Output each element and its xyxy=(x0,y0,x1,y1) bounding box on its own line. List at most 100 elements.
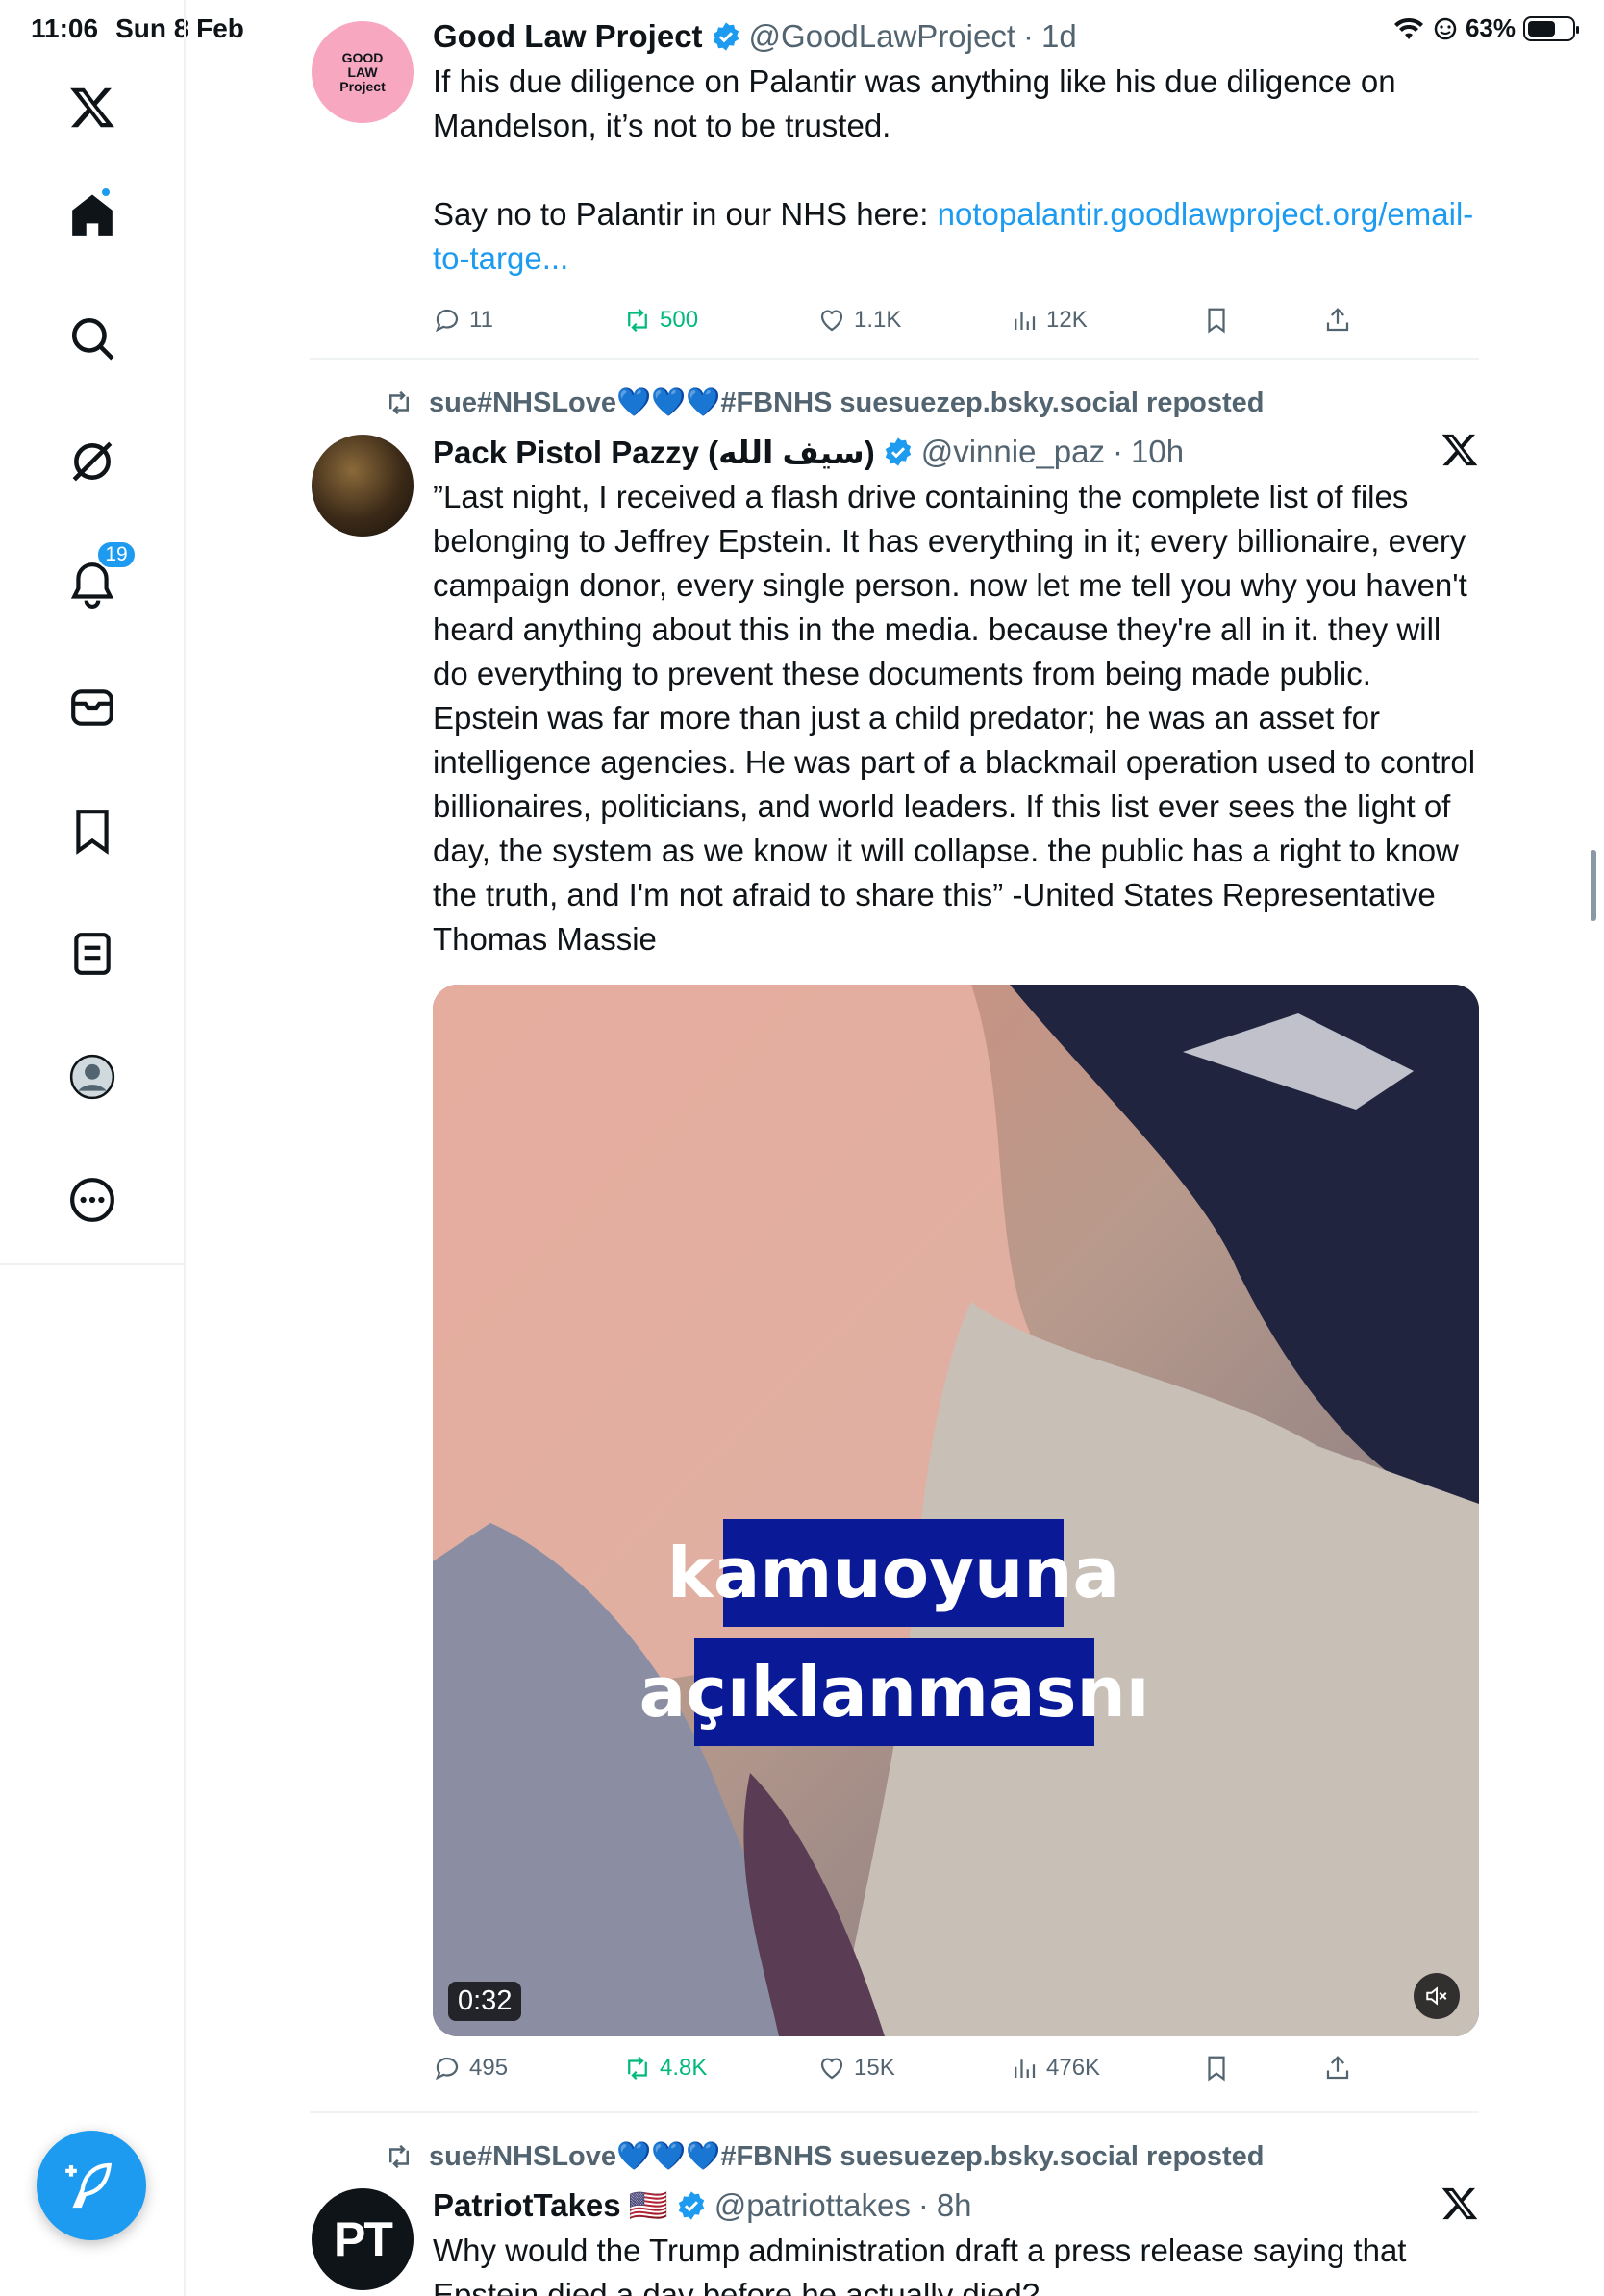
video-frame xyxy=(433,985,1479,2036)
repost-count: 4.8K xyxy=(660,2055,708,2081)
notifications-badge: 19 xyxy=(96,540,137,569)
tweet-header: Good Law Project @GoodLawProject · 1d xyxy=(433,15,1479,58)
nav-notifications[interactable]: 19 xyxy=(46,538,138,631)
bookmark-button[interactable] xyxy=(1202,306,1231,335)
separator-dot: · xyxy=(1113,434,1123,469)
bookmarks-icon xyxy=(76,810,109,855)
muted-speaker-icon xyxy=(1426,1986,1447,2006)
repost-icon xyxy=(628,308,647,333)
bookmark-button[interactable] xyxy=(1202,2054,1231,2083)
timestamp[interactable]: 1d xyxy=(1041,18,1077,55)
views-icon xyxy=(1015,2059,1036,2078)
battery-level xyxy=(1528,20,1555,37)
sidebar: 19 xyxy=(0,0,186,1265)
video-player[interactable]: kamuoyuna açıklanmasnı 0:32 xyxy=(433,985,1479,2036)
view-count: 12K xyxy=(1046,307,1088,333)
repost-icon xyxy=(389,2144,409,2169)
tweet-divider xyxy=(310,2111,1479,2113)
timestamp[interactable]: 10h xyxy=(1131,434,1184,470)
reposted-by[interactable]: sue#NHSLove💙💙💙#FBNHS suesuezep.bsky.soci… xyxy=(385,2140,1265,2173)
separator-dot: · xyxy=(1023,18,1035,54)
nav-grok[interactable] xyxy=(46,415,138,508)
handle[interactable]: @patriottakes xyxy=(714,2187,911,2224)
nav-more[interactable] xyxy=(46,1154,138,1246)
scrollbar-thumb[interactable] xyxy=(1591,850,1596,921)
tweet-text: If his due diligence on Palantir was any… xyxy=(433,60,1479,281)
tweet-actions-vinnie-paz: 495 4.8K 15K 476K xyxy=(433,2054,1479,2092)
avatar-logo-text: GOOD LAW Project xyxy=(339,49,386,94)
reply-icon xyxy=(435,2057,459,2081)
profile-icon xyxy=(69,1054,115,1100)
heart-icon xyxy=(820,2058,843,2080)
display-name[interactable]: Pack Pistol Pazzy (سيف الله) xyxy=(433,434,875,471)
handle[interactable]: @vinnie_paz xyxy=(921,434,1105,470)
x-logo-icon[interactable] xyxy=(46,62,138,154)
timestamp[interactable]: 8h xyxy=(937,2187,972,2224)
reply-count: 495 xyxy=(469,2055,509,2081)
reply-button[interactable]: 11 xyxy=(433,306,493,335)
avatar-logo-text: PT xyxy=(334,2212,393,2266)
like-button[interactable]: 1.1K xyxy=(817,306,901,335)
home-unread-dot xyxy=(100,187,112,198)
nav-lists[interactable] xyxy=(46,908,138,1000)
grok-icon xyxy=(72,441,113,482)
verified-badge-icon xyxy=(678,2191,704,2220)
like-button[interactable]: 15K xyxy=(817,2054,895,2083)
reposted-by-text: sue#NHSLove💙💙💙#FBNHS suesuezep.bsky.soci… xyxy=(429,387,1265,418)
repost-icon xyxy=(389,390,409,415)
bookmark-icon xyxy=(1208,2056,1225,2082)
video-caption-line-1: kamuoyuna xyxy=(667,1519,1119,1627)
lists-icon xyxy=(74,933,111,975)
reply-button[interactable]: 495 xyxy=(433,2054,508,2083)
bookmark-icon xyxy=(1208,308,1225,334)
avatar-patriottakes[interactable]: PT xyxy=(312,2188,414,2290)
share-button[interactable] xyxy=(1323,306,1352,335)
tweet-divider xyxy=(310,358,1479,360)
tweet-header: Pack Pistol Pazzy (سيف الله) @vinnie_paz… xyxy=(433,431,1479,473)
views-button[interactable]: 476K xyxy=(1010,2054,1100,2083)
display-name[interactable]: PatriotTakes xyxy=(433,2187,621,2224)
nav-bookmarks[interactable] xyxy=(46,785,138,877)
reposted-by[interactable]: sue#NHSLove💙💙💙#FBNHS suesuezep.bsky.soci… xyxy=(385,387,1265,419)
reply-icon xyxy=(435,309,459,333)
verified-badge-icon xyxy=(713,22,739,51)
reposted-by-text: sue#NHSLove💙💙💙#FBNHS suesuezep.bsky.soci… xyxy=(429,2141,1265,2172)
avatar-vinnie-paz[interactable] xyxy=(312,435,414,537)
mute-button[interactable] xyxy=(1414,1973,1460,2019)
flag-emoji: 🇺🇸 xyxy=(628,2186,668,2223)
share-button[interactable] xyxy=(1323,2054,1352,2083)
nav-search[interactable] xyxy=(46,292,138,385)
compose-feather-icon xyxy=(65,2162,113,2209)
home-icon xyxy=(72,194,113,236)
video-duration: 0:32 xyxy=(448,1982,522,2021)
verified-badge-icon xyxy=(885,437,911,466)
more-icon xyxy=(70,1178,114,1222)
video-caption-line-2: açıklanmasnı xyxy=(639,1638,1149,1746)
tweet-text-prefix: Say no to Palantir in our NHS here: xyxy=(433,196,938,232)
like-count: 15K xyxy=(854,2055,895,2081)
repost-button[interactable]: 500 xyxy=(623,306,698,335)
battery-icon xyxy=(1523,15,1579,41)
repost-count: 500 xyxy=(660,307,699,333)
heart-icon xyxy=(820,310,843,332)
nav-messages[interactable] xyxy=(46,661,138,754)
views-button[interactable]: 12K xyxy=(1010,306,1088,335)
share-icon xyxy=(1326,2056,1349,2080)
messages-icon xyxy=(71,689,113,726)
tweet-actions: 11 500 1.1K 12K xyxy=(433,306,1479,344)
tweet-text: Why would the Trump administration draft… xyxy=(433,2233,1407,2296)
view-count: 476K xyxy=(1046,2055,1101,2081)
repost-icon xyxy=(628,2056,647,2081)
handle[interactable]: @GoodLawProject xyxy=(749,18,1015,55)
nav-home[interactable] xyxy=(46,169,138,262)
search-icon xyxy=(71,317,114,361)
nav-profile[interactable] xyxy=(46,1031,138,1123)
compose-button[interactable] xyxy=(37,2131,146,2240)
tweet-text-paragraph: If his due diligence on Palantir was any… xyxy=(433,63,1396,143)
tweet-header: PatriotTakes 🇺🇸 @patriottakes · 8h xyxy=(433,2184,1479,2227)
reply-count: 11 xyxy=(469,307,493,333)
display-name[interactable]: Good Law Project xyxy=(433,18,703,55)
avatar-good-law-project[interactable]: GOOD LAW Project xyxy=(312,21,414,123)
share-icon xyxy=(1326,308,1349,332)
repost-button[interactable]: 4.8K xyxy=(623,2054,707,2083)
